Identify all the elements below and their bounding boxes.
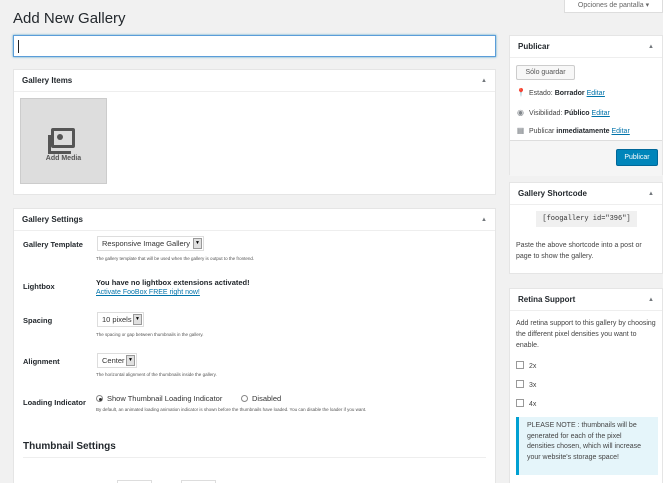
gallery-items-box: Gallery Items ▲ Add Media xyxy=(13,69,496,195)
collapse-arrow-icon[interactable]: ▲ xyxy=(648,289,654,311)
add-media-label: Add Media xyxy=(45,155,82,162)
screen-options-label: Opciones de pantalla xyxy=(577,2,644,9)
chevron-down-icon: ▼ xyxy=(126,355,135,366)
save-draft-button[interactable]: Sólo guardar xyxy=(516,65,575,80)
chevron-down-icon: ▼ xyxy=(193,238,202,249)
status-label: Estado: xyxy=(529,90,553,97)
shortcode-title: Gallery Shortcode xyxy=(518,189,587,198)
retina-3x-checkbox[interactable]: 3x xyxy=(516,380,536,389)
retina-2x-label: 2x xyxy=(529,363,537,370)
checkbox-box xyxy=(516,380,524,388)
calendar-icon: ▦ xyxy=(516,126,525,135)
schedule-value: inmediatamente xyxy=(556,128,610,135)
checkbox-box xyxy=(516,399,524,407)
alignment-help: The horizontal alignment of the thumbnai… xyxy=(96,372,217,377)
retina-note: PLEASE NOTE : thumbnails will be generat… xyxy=(516,417,658,475)
checkbox-box xyxy=(516,361,524,369)
retina-title: Retina Support xyxy=(518,295,576,304)
gallery-items-header[interactable]: Gallery Items ▲ xyxy=(14,70,495,92)
loading-indicator-label: Loading Indicator xyxy=(23,398,86,407)
text-caret xyxy=(18,40,19,53)
alignment-label: Alignment xyxy=(23,357,60,366)
activate-foobox-link[interactable]: Activate FooBox FREE right now! xyxy=(96,289,200,296)
gallery-items-title: Gallery Items xyxy=(22,76,73,85)
loading-disabled-radio[interactable]: Disabled xyxy=(241,394,281,403)
loading-help: By default, an animated loading animatio… xyxy=(96,407,367,412)
retina-support-box: Retina Support ▲ Add retina support to t… xyxy=(509,288,663,483)
edit-status-link[interactable]: Editar xyxy=(587,90,605,97)
shortcode-help: Paste the above shortcode into a post or… xyxy=(516,242,642,260)
spacing-select[interactable]: 10 pixels ▼ xyxy=(97,312,144,327)
spacing-select-value: 10 pixels xyxy=(102,315,132,324)
page-title: Add New Gallery xyxy=(13,10,126,27)
visibility-label: Visibilidad: xyxy=(529,110,563,117)
publish-header[interactable]: Publicar ▲ xyxy=(510,36,662,58)
edit-schedule-link[interactable]: Editar xyxy=(612,128,630,135)
edit-visibility-link[interactable]: Editar xyxy=(592,110,610,117)
lightbox-label: Lightbox xyxy=(23,282,55,291)
retina-description: Add retina support to this gallery by ch… xyxy=(516,320,656,349)
pin-icon: 📍 xyxy=(516,88,526,97)
media-icon xyxy=(48,128,75,154)
spacing-help: The spacing or gap between thumbnails in… xyxy=(96,332,204,337)
retina-2x-checkbox[interactable]: 2x xyxy=(516,361,536,370)
screen-options-button[interactable]: Opciones de pantalla ▾ xyxy=(564,0,663,13)
divider xyxy=(23,457,486,458)
gallery-settings-title: Gallery Settings xyxy=(22,215,83,224)
spacing-label: Spacing xyxy=(23,316,53,325)
publish-box: Publicar ▲ Sólo guardar 📍 Estado: Borrado… xyxy=(509,35,663,176)
visibility-row: ◉ Visibilidad: Público Editar xyxy=(516,108,610,117)
shortcode-box: Gallery Shortcode ▲ [foogallery id="396"… xyxy=(509,182,663,274)
retina-4x-checkbox[interactable]: 4x xyxy=(516,399,536,408)
gallery-settings-header[interactable]: Gallery Settings ▲ xyxy=(14,209,495,231)
eye-icon: ◉ xyxy=(517,108,524,117)
retina-3x-label: 3x xyxy=(529,382,537,389)
schedule-row: ▦ Publicar inmediatamente Editar xyxy=(516,126,630,135)
collapse-arrow-icon[interactable]: ▲ xyxy=(648,36,654,58)
loading-show-label: Show Thumbnail Loading Indicator xyxy=(107,394,223,403)
lightbox-message: You have no lightbox extensions activate… xyxy=(96,278,250,287)
schedule-label: Publicar xyxy=(529,128,555,135)
loading-disabled-label: Disabled xyxy=(252,394,282,403)
retina-header[interactable]: Retina Support ▲ xyxy=(510,289,662,311)
chevron-down-icon: ▼ xyxy=(133,314,142,325)
template-label: Gallery Template xyxy=(23,240,83,249)
alignment-select[interactable]: Center ▼ xyxy=(97,353,137,368)
alignment-select-value: Center xyxy=(102,356,125,365)
gallery-title-input[interactable] xyxy=(13,35,496,57)
thumbnail-settings-title: Thumbnail Settings xyxy=(23,441,116,452)
shortcode-input[interactable]: [foogallery id="396"] xyxy=(536,211,637,227)
collapse-arrow-icon[interactable]: ▲ xyxy=(481,209,487,231)
template-select-value: Responsive Image Gallery xyxy=(102,239,190,248)
visibility-value: Público xyxy=(564,110,590,117)
template-select[interactable]: Responsive Image Gallery ▼ xyxy=(97,236,204,251)
gallery-settings-box: Gallery Settings ▲ Gallery Template Resp… xyxy=(13,208,496,483)
shortcode-header[interactable]: Gallery Shortcode ▲ xyxy=(510,183,662,205)
collapse-arrow-icon[interactable]: ▲ xyxy=(648,183,654,205)
loading-show-radio[interactable]: Show Thumbnail Loading Indicator xyxy=(96,394,222,403)
add-media-button[interactable]: Add Media xyxy=(20,98,107,184)
radio-empty-icon xyxy=(241,395,248,402)
template-help: The gallery template that will be used w… xyxy=(96,256,255,261)
publish-footer: Publicar xyxy=(510,140,662,176)
publish-title: Publicar xyxy=(518,42,550,51)
retina-4x-label: 4x xyxy=(529,401,537,408)
publish-button[interactable]: Publicar xyxy=(616,149,658,166)
status-value: Borrador xyxy=(554,90,585,97)
collapse-arrow-icon[interactable]: ▲ xyxy=(481,70,487,92)
radio-selected-icon xyxy=(96,395,103,402)
status-row: 📍 Estado: Borrador Editar xyxy=(516,88,605,97)
